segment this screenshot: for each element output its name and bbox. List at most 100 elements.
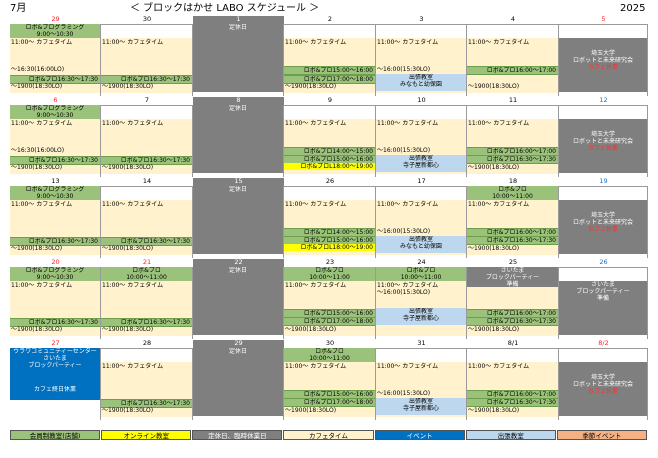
day-cell[interactable]: 埼玉大学 ロボットと未来研究会 カフェ休業 <box>559 348 648 420</box>
block-text: 11:00～ カフェタイム <box>377 39 439 46</box>
event-block[interactable]: ロボ&プロ 10:00～11:00 <box>284 348 375 362</box>
session-slot[interactable]: ロボ&プロ16:30～17:30 <box>467 236 558 245</box>
closed-block[interactable]: 定休日 <box>193 348 283 416</box>
cafe-hours-note: ～16:00(15:30LO) <box>377 228 431 235</box>
day-cell[interactable]: 11:00～ カフェタイム ロボ&プロ14:00～15:00 ロボ&プロ15:00～… <box>284 186 376 258</box>
day-cell[interactable]: さいたま ブロックパーティー 準備 ロボ&プロ16:00～17:00 ロボ&プロ16… <box>467 267 559 339</box>
event-block[interactable]: ロボ&プログラミング 9:00～10:30 <box>10 267 100 281</box>
day-cell[interactable]: 11:00～ カフェタイム ロボ&プロ14:00～15:00 ロボ&プロ15:00～… <box>284 105 376 177</box>
session-slot[interactable]: 出張教室 寺子屋新都心 <box>376 155 466 172</box>
block-text: 11:00～ カフェタイム <box>285 201 347 208</box>
day-cell[interactable]: ロボ&プログラミング 9:00～10:30 11:00～ カフェタイム ロボ&プロ1… <box>10 267 101 339</box>
cafe-hours-note: ～1900(18:30LO) <box>11 164 63 171</box>
day-cell[interactable]: 11:00～ カフェタイム ロボ&プロ16:30～17:30 ～1900(18:30… <box>101 24 193 96</box>
day-cell[interactable]: 11:00～ カフェタイム ロボ&プロ16:30～17:30 ～1900(18:30… <box>101 186 193 258</box>
block-text: 11:00～ カフェタイム <box>285 120 347 127</box>
day-cell[interactable]: ロボ&プログラミング 9:00～10:30 11:00～ カフェタイム ～16:30… <box>10 105 101 177</box>
event-block[interactable]: ロボ&プロ 10:00～11:00 <box>467 186 558 200</box>
day-cell[interactable]: 定休日 <box>193 267 284 339</box>
day-cell[interactable]: 11:00～ カフェタイム ロボ&プロ16:00～17:00 ～1900(18:30… <box>467 24 559 96</box>
event-block[interactable]: 埼玉大学 ロボットと未来研究会 カフェ休業 <box>559 38 647 92</box>
cafe-hours-note: ～1900(18:30LO) <box>285 407 337 414</box>
closed-block[interactable]: ウラワコミュニティーセンター さいたま ブロックパーティー <box>10 348 100 386</box>
closed-block[interactable]: 定休日 <box>193 186 283 254</box>
event-block[interactable]: ロボ&プロ 10:00～11:00 <box>101 267 192 281</box>
session-slot[interactable]: ロボ&プロ16:30～17:30 <box>467 155 558 164</box>
event-block[interactable]: 埼玉大学 ロボットと未来研究会 カフェ休業 <box>559 362 647 416</box>
block-text: 11:00～ カフェタイム <box>468 120 530 127</box>
block-text: ウラワコミュニティーセンター さいたま ブロックパーティー <box>13 348 97 369</box>
day-cell[interactable]: 11:00～ カフェタイム ロボ&プロ15:00～16:00 ロボ&プロ17:00～… <box>284 24 376 96</box>
day-cell[interactable]: 11:00～ カフェタイム ロボ&プロ16:00～17:00 ロボ&プロ16:30～… <box>467 105 559 177</box>
event-block[interactable]: ロボ&プログラミング 9:00～10:30 <box>10 105 100 119</box>
day-cell[interactable]: ロボ&プロ 10:00～11:00 11:00～ カフェタイム ロボ&プロ16:00… <box>467 186 559 258</box>
day-cell[interactable]: ウラワコミュニティーセンター さいたま ブロックパーティーカフェ終日休業 <box>10 348 101 420</box>
session-slot[interactable]: 出張教室 寺子屋新都心 <box>376 398 466 415</box>
day-cell[interactable]: ロボ&プログラミング 9:00～10:30 11:00～ カフェタイム ロボ&プロ1… <box>10 186 101 258</box>
block-text: 11:00～ カフェタイム <box>285 363 347 370</box>
day-cell[interactable]: 埼玉大学 ロボットと未来研究会 カフェ休業 <box>559 186 648 258</box>
day-cell[interactable]: 11:00～ カフェタイム ～16:00(15:30LO) 出張教室 寺子屋新都心 <box>376 348 467 420</box>
day-cell[interactable]: ロボ&プロ 10:00～11:00 11:00～ カフェタイム ロボ&プロ15:00… <box>284 348 376 420</box>
day-cell[interactable]: 11:00～ カフェタイム ロボ&プロ16:00～17:00 ロボ&プロ16:30～… <box>467 348 559 420</box>
day-cell[interactable]: 定休日 <box>193 186 284 258</box>
block-text: 11:00～ カフェタイム ～16:00(15:30LO) <box>377 282 439 296</box>
block-text: 11:00～ カフェタイム <box>102 363 164 370</box>
session-slot[interactable]: 出張教室 みなもと幼保園 <box>376 236 466 253</box>
day-cell[interactable]: ロボ&プロ 10:00～11:00 11:00～ カフェタイム ～16:00(15… <box>376 267 467 339</box>
closed-block[interactable]: 定休日 <box>193 24 283 92</box>
session-slot[interactable]: 出張教室 寺子屋新都心 <box>376 308 466 325</box>
event-text: ロボットと未来研究会 <box>572 381 633 388</box>
event-block[interactable]: ロボ&プログラミング 9:00～10:30 <box>10 24 100 38</box>
day-cell[interactable]: 定休日 <box>193 24 284 96</box>
day-cell[interactable]: 定休日 <box>193 105 284 177</box>
block-text: 11:00～ カフェタイム <box>285 282 347 289</box>
session-slot[interactable]: ロボ&プロ16:30～17:30 <box>467 317 558 326</box>
legend-item: 出張教室 <box>465 430 556 440</box>
day-cell[interactable]: ロボ&プログラミング 9:00～10:30 11:00～ カフェタイム ～16:30… <box>10 24 101 96</box>
session-slot[interactable]: ロボ&プロ16:00～17:00 <box>467 66 558 75</box>
block-text: ロボ&プログラミング 9:00～10:30 <box>25 24 85 38</box>
block-text: 定休日 <box>228 24 247 31</box>
day-cell[interactable]: 埼玉大学 ロボットと未来研究会 カフェ休業 <box>559 24 648 96</box>
event-block[interactable]: ロボ&プロ 10:00～11:00 <box>284 267 375 281</box>
closed-block[interactable]: 定休日 <box>193 267 283 335</box>
block-text: ロボ&プロ 10:00～11:00 <box>309 348 350 362</box>
event-text: カフェ休業 <box>587 145 618 152</box>
day-cell[interactable]: ロボ&プロ 10:00～11:00 11:00～ カフェタイム ロボ&プロ15:00… <box>284 267 376 339</box>
day-cell[interactable]: 11:00～ カフェタイム ～16:00(15:30LO) 出張教室 寺子屋新都心 <box>376 105 467 177</box>
event-block[interactable]: 埼玉大学 ロボットと未来研究会 カフェ休業 <box>559 119 647 173</box>
event-block[interactable]: ロボ&プロ 10:00～11:00 <box>376 267 466 281</box>
closed-block[interactable]: さいたま ブロックパーティー 準備 <box>467 267 558 287</box>
block-text: 定休日 <box>228 267 247 274</box>
legend-item: オンライン教室 <box>101 430 192 440</box>
closed-block[interactable]: さいたま ブロックパーティー 準備 <box>559 281 647 335</box>
legend-item: 季節イベント <box>556 430 647 440</box>
day-cell[interactable]: 11:00～ カフェタイム ロボ&プロ16:30～17:30 ～1900(18:30… <box>101 105 193 177</box>
session-slot[interactable]: ロボ&プロ17:00～18:00 <box>284 317 375 326</box>
block-text: 11:00～ カフェタイム <box>102 201 164 208</box>
session-slot[interactable]: ロボ&プロL18:00～19:00 <box>284 244 375 251</box>
day-cell[interactable]: さいたま ブロックパーティー 準備 <box>559 267 648 339</box>
session-slot[interactable]: ロボ&プロ16:30～17:30 <box>467 398 558 407</box>
day-cell[interactable]: 定休日 <box>193 348 284 420</box>
closed-block[interactable]: 定休日 <box>193 105 283 173</box>
day-cell[interactable]: 11:00～ カフェタイム ～16:00(15:30LO) 出張教室 みなもと幼保園 <box>376 186 467 258</box>
day-cell[interactable]: 埼玉大学 ロボットと未来研究会 カフェ休業 <box>559 105 648 177</box>
session-slot[interactable]: 出張教室 みなもと幼保園 <box>376 74 466 91</box>
cafe-hours-note: ～16:00(15:30LO) <box>377 390 431 397</box>
session-slot[interactable]: ロボ&プロ17:00～18:00 <box>284 398 375 407</box>
block-text: 定休日 <box>228 186 247 193</box>
day-cell[interactable]: ロボ&プロ 10:00～11:00 11:00～ カフェタイム ロボ&プロ16:30… <box>101 267 193 339</box>
day-cell[interactable]: 11:00～ カフェタイム ロボ&プロ16:30～17:30 ～1900(18:30… <box>101 348 193 420</box>
session-slot[interactable]: ロボ&プロ15:00～16:00 <box>284 66 375 75</box>
session-slot[interactable]: ロボ&プロL18:00～19:00 <box>284 163 375 170</box>
legend-item: イベント <box>374 430 465 440</box>
cafe-hours-note: ～1900(18:30LO) <box>468 83 520 90</box>
closed-block[interactable]: カフェ終日休業 <box>10 386 100 400</box>
event-block[interactable]: ロボ&プログラミング 9:00～10:30 <box>10 186 100 200</box>
day-cell[interactable]: 11:00～ カフェタイム ～16:00(15:30LO) 出張教室 みなもと幼保園 <box>376 24 467 96</box>
block-text: 11:00～ カフェタイム <box>11 201 73 208</box>
cafe-hours-note: ～16:30(16:00LO) <box>11 66 65 73</box>
event-block[interactable]: 埼玉大学 ロボットと未来研究会 カフェ休業 <box>559 200 647 254</box>
